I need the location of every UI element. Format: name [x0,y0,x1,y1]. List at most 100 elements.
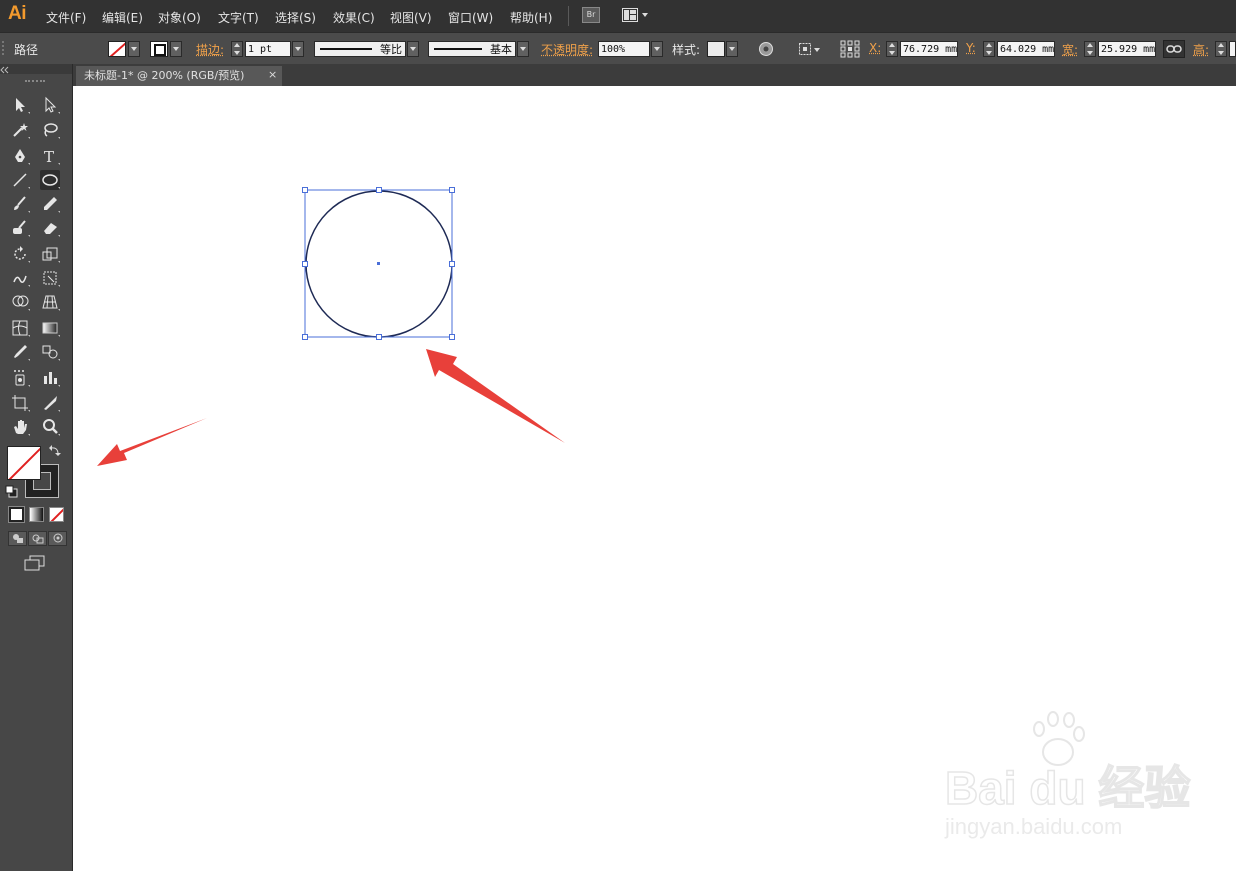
workspace-layout-button[interactable] [622,8,648,22]
pen-tool[interactable] [10,146,30,166]
handle-top-right[interactable] [449,187,455,193]
opacity-label[interactable]: 不透明度: [541,41,593,58]
menu-window[interactable]: 窗口(W) [448,9,493,26]
menu-file[interactable]: 文件(F) [46,9,86,26]
tools-panel-header[interactable] [0,64,72,74]
draw-inside-button[interactable] [48,531,67,546]
stroke-label[interactable]: 描边: [196,41,224,58]
eyedropper-tool[interactable] [10,342,30,362]
y-field[interactable]: 64.029 mm [997,41,1055,57]
gradient-mode-button[interactable] [29,507,44,522]
y-stepper[interactable] [983,41,995,57]
scale-tool[interactable] [40,244,60,264]
hand-tool[interactable] [10,417,30,437]
recolor-artwork-button[interactable] [758,41,774,57]
x-field[interactable]: 76.729 mm [900,41,958,57]
pencil-icon [44,197,60,213]
color-mode-button[interactable] [8,506,25,523]
handle-bottom-left[interactable] [302,334,308,340]
artboard-tool[interactable] [10,393,30,413]
eraser-tool[interactable] [40,218,60,238]
fill-color-box[interactable] [7,446,41,480]
y-label[interactable]: Y: [966,41,976,55]
stroke-color-swatch[interactable] [150,41,168,57]
ellipse-tool[interactable] [40,170,60,190]
blob-brush-tool[interactable] [10,218,30,238]
handle-bottom-right[interactable] [449,334,455,340]
handle-bottom[interactable] [376,334,382,340]
width-label[interactable]: 宽: [1062,41,1078,58]
height-label[interactable]: 高: [1193,41,1209,58]
annotation-arrow-to-fill [97,418,207,466]
line-tool[interactable] [10,170,30,190]
handle-top-left[interactable] [302,187,308,193]
symbol-sprayer-tool[interactable] [10,368,30,388]
slice-tool[interactable] [40,393,60,413]
fill-color-swatch[interactable] [108,41,126,57]
rotate-tool[interactable] [10,244,30,264]
menu-object[interactable]: 对象(O) [158,9,201,26]
default-fill-stroke-button[interactable] [5,485,19,499]
shape-builder-tool[interactable] [10,292,30,312]
stroke-weight-field[interactable]: 1 pt [245,41,291,57]
x-label[interactable]: X: [869,41,881,55]
blend-tool[interactable] [40,342,60,362]
warp-tool[interactable] [10,268,30,288]
x-stepper[interactable] [886,41,898,57]
profile-dropdown[interactable] [407,41,419,57]
stroke-weight-stepper[interactable] [231,41,243,57]
menu-edit[interactable]: 编辑(E) [102,9,143,26]
stroke-dropdown[interactable] [170,41,182,57]
fill-dropdown[interactable] [128,41,140,57]
magic-wand-tool[interactable] [10,120,30,140]
brush-definition[interactable]: 基本 [428,41,516,57]
zoom-tool[interactable] [40,417,60,437]
close-tab-icon[interactable]: × [268,68,277,81]
mesh-tool[interactable] [10,318,30,338]
artboard-canvas[interactable]: Bai du 经验 jingyan.baidu.com [73,86,1236,871]
swap-fill-stroke-button[interactable] [48,444,62,458]
brush-dropdown[interactable] [517,41,529,57]
reference-point-button[interactable] [840,40,860,58]
perspective-grid-tool[interactable] [40,292,60,312]
draw-normal-button[interactable] [8,531,27,546]
pencil-tool[interactable] [40,194,60,214]
menu-type[interactable]: 文字(T) [218,9,259,26]
align-options-button[interactable] [798,41,822,57]
width-field[interactable]: 25.929 mm [1098,41,1156,57]
column-graph-icon [44,372,60,387]
handle-left[interactable] [302,261,308,267]
draw-behind-button[interactable] [28,531,47,546]
document-tab[interactable]: 未标题-1* @ 200% (RGB/预览) [76,66,282,86]
handle-right[interactable] [449,261,455,267]
menu-select[interactable]: 选择(S) [275,9,316,26]
direct-selection-tool[interactable] [40,95,60,115]
bridge-button[interactable]: Br [582,7,600,23]
width-stepper[interactable] [1084,41,1096,57]
selection-tool[interactable] [10,95,30,115]
none-mode-button[interactable] [49,507,64,522]
stroke-square-icon [154,44,166,56]
gradient-tool[interactable] [40,318,60,338]
paintbrush-tool[interactable] [10,194,30,214]
lasso-tool[interactable] [40,120,60,140]
height-field[interactable] [1229,41,1236,57]
change-screen-mode-button[interactable] [24,555,46,572]
style-dropdown[interactable] [726,41,738,57]
column-graph-tool[interactable] [40,368,60,388]
menu-effect[interactable]: 效果(C) [333,9,375,26]
height-stepper[interactable] [1215,41,1227,57]
opacity-dropdown[interactable] [651,41,663,57]
blob-brush-icon [13,220,30,237]
menu-help[interactable]: 帮助(H) [510,9,552,26]
handle-top[interactable] [376,187,382,193]
free-transform-tool[interactable] [40,268,60,288]
menu-view[interactable]: 视图(V) [390,9,432,26]
stroke-weight-dropdown[interactable] [292,41,304,57]
graphic-style-swatch[interactable] [707,41,725,57]
type-tool[interactable]: T [40,146,60,166]
variable-width-profile[interactable]: 等比 [314,41,406,57]
constrain-proportions-button[interactable] [1163,40,1185,58]
baidu-watermark: Bai du 经验 jingyan.baidu.com [944,711,1191,839]
opacity-field[interactable]: 100% [598,41,650,57]
